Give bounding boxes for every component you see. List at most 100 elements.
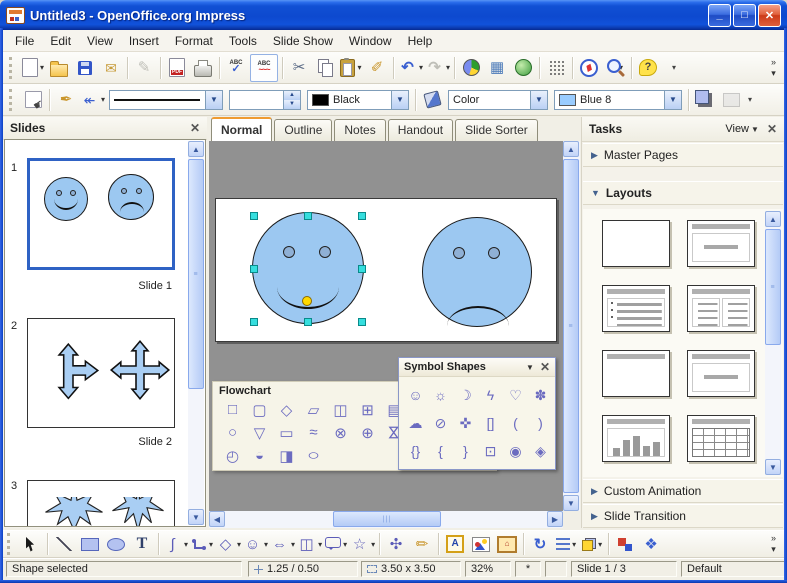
- cut-button[interactable]: ✂: [287, 56, 311, 80]
- selection-handle-ne[interactable]: [358, 212, 366, 220]
- symbol-shapes-button[interactable]: ☺▾: [243, 532, 268, 556]
- save-button[interactable]: [73, 56, 97, 80]
- predefined-process-shape[interactable]: ◫: [327, 398, 354, 421]
- flowcharts-button[interactable]: ◫▾: [297, 532, 322, 556]
- section-custom-animation[interactable]: ▶ Custom Animation: [583, 479, 783, 503]
- line-style-select[interactable]: ▼: [109, 90, 223, 110]
- status-slide[interactable]: Slide 1 / 3: [571, 561, 677, 577]
- dropdown-arrow-icon[interactable]: ▾: [419, 63, 423, 72]
- scroll-right-button[interactable]: ▶: [547, 511, 563, 527]
- fill-color-select[interactable]: Blue 8 ▼: [554, 90, 682, 110]
- gallery-button[interactable]: ⌂: [495, 532, 519, 556]
- double-brace-shape[interactable]: {}: [403, 437, 428, 465]
- layout-thumb-title-bullets[interactable]: [602, 285, 670, 332]
- edit-points-mode-button[interactable]: [21, 88, 45, 112]
- section-layouts[interactable]: ▼ Layouts: [583, 181, 783, 205]
- alternate-process-shape[interactable]: ▢: [246, 398, 273, 421]
- redo-button[interactable]: ↷▾: [425, 56, 450, 80]
- layout-thumb-title-chart[interactable]: [602, 415, 670, 462]
- canvas-vertical-scrollbar[interactable]: ▲ ≡ ▼: [563, 141, 580, 511]
- dropdown-arrow-icon[interactable]: ▾: [209, 540, 213, 549]
- display-grid-button[interactable]: [544, 56, 568, 80]
- adjustment-handle[interactable]: [302, 296, 312, 306]
- chevron-down-icon[interactable]: ▼: [205, 91, 222, 109]
- layout-thumb-title-only[interactable]: [602, 350, 670, 397]
- connector-shape[interactable]: ○: [219, 421, 246, 444]
- punched-tape-shape[interactable]: ≈: [300, 421, 327, 444]
- alignment-button[interactable]: ▾: [554, 532, 578, 556]
- selection-handle-w[interactable]: [250, 265, 258, 273]
- edit-file-button[interactable]: ✎: [132, 56, 156, 80]
- slide-2-thumbnail[interactable]: [27, 318, 175, 428]
- minimize-button[interactable]: _: [708, 4, 731, 27]
- toolbar-overflow[interactable]: »▾: [771, 57, 776, 79]
- block-arrows-button[interactable]: ⇔▾: [270, 532, 295, 556]
- slides-scrollbar[interactable]: ▲ ≡ ▼: [188, 141, 204, 525]
- crop-image-button[interactable]: [719, 88, 743, 112]
- dropdown-arrow-icon[interactable]: ▾: [572, 540, 576, 549]
- view-menu[interactable]: View: [725, 123, 749, 135]
- print-button[interactable]: [191, 56, 215, 80]
- menu-view[interactable]: View: [79, 31, 121, 51]
- flower-shape[interactable]: ✽: [528, 381, 553, 409]
- menu-file[interactable]: File: [7, 31, 42, 51]
- tab-handout[interactable]: Handout: [388, 119, 453, 141]
- sun-shape[interactable]: ☼: [428, 381, 453, 409]
- selection-handle-e[interactable]: [358, 265, 366, 273]
- animation-effects-button[interactable]: ❖: [639, 532, 663, 556]
- fill-style-button[interactable]: [420, 88, 444, 112]
- fill-type-select[interactable]: Color ▼: [448, 90, 548, 110]
- menu-slide-show[interactable]: Slide Show: [265, 31, 341, 51]
- rectangle-button[interactable]: [78, 532, 102, 556]
- selection-handle-n[interactable]: [304, 212, 312, 220]
- close-icon[interactable]: ✕: [190, 121, 200, 135]
- decision-shape[interactable]: ◇: [273, 398, 300, 421]
- internal-storage-shape[interactable]: ⊞: [354, 398, 381, 421]
- section-slide-transition[interactable]: ▶ Slide Transition: [583, 504, 783, 528]
- off-page-connector-shape[interactable]: ▽: [246, 421, 273, 444]
- email-button[interactable]: ✉: [99, 56, 123, 80]
- moon-shape[interactable]: ☽: [453, 381, 478, 409]
- status-style[interactable]: Default: [681, 561, 785, 577]
- cloud-shape[interactable]: ☁: [403, 409, 428, 437]
- status-zoom[interactable]: 32%: [465, 561, 511, 577]
- ellipse-button[interactable]: [104, 532, 128, 556]
- toolbar-grip[interactable]: [9, 57, 16, 79]
- scrollbar-thumb[interactable]: ≡: [765, 229, 781, 345]
- chevron-down-icon[interactable]: ▼: [530, 91, 547, 109]
- dropdown-arrow-icon[interactable]: ▾: [598, 540, 602, 549]
- from-file-button[interactable]: [469, 532, 493, 556]
- close-icon[interactable]: ✕: [540, 360, 550, 374]
- dropdown-arrow-icon[interactable]: ▾: [40, 63, 44, 72]
- sequential-access-shape[interactable]: ◴: [219, 444, 246, 467]
- close-button[interactable]: ✕: [758, 4, 781, 27]
- zoom-button[interactable]: ▾: [603, 56, 627, 80]
- text-button[interactable]: T: [130, 532, 154, 556]
- auto-spellcheck-button[interactable]: [250, 54, 278, 82]
- layout-scrollbar[interactable]: ▲ ≡ ▼: [765, 211, 781, 475]
- symbol-palette-header[interactable]: Symbol Shapes ▼ ✕: [399, 358, 555, 377]
- scroll-up-button[interactable]: ▲: [765, 211, 781, 227]
- square-bezel-shape[interactable]: ⊡: [478, 437, 503, 465]
- toolbar-overflow[interactable]: »▾: [771, 533, 776, 555]
- export-pdf-button[interactable]: [165, 56, 189, 80]
- hyperlink-button[interactable]: [511, 56, 535, 80]
- new-button[interactable]: ▾: [21, 56, 45, 80]
- spinner-buttons[interactable]: ▲▼: [283, 91, 300, 109]
- scroll-up-button[interactable]: ▲: [188, 141, 204, 157]
- menu-format[interactable]: Format: [167, 31, 221, 51]
- dropdown-arrow-icon[interactable]: ▾: [357, 63, 361, 72]
- frowny-shape[interactable]: [422, 217, 532, 327]
- glue-points-button[interactable]: ✏: [410, 532, 434, 556]
- toolbar-grip[interactable]: [7, 533, 14, 555]
- selection-handle-nw[interactable]: [250, 212, 258, 220]
- tab-slide-sorter[interactable]: Slide Sorter: [455, 119, 538, 141]
- dropdown-arrow-icon[interactable]: ▾: [184, 540, 188, 549]
- layout-thumb-title-content[interactable]: [687, 220, 755, 267]
- basic-shapes-button[interactable]: ◇▾: [216, 532, 241, 556]
- copy-button[interactable]: [313, 56, 337, 80]
- close-icon[interactable]: ✕: [767, 122, 777, 136]
- summing-junction-shape[interactable]: ⊗: [327, 421, 354, 444]
- fontwork-gallery-button[interactable]: A: [443, 532, 467, 556]
- scrollbar-thumb[interactable]: ≡: [188, 159, 204, 389]
